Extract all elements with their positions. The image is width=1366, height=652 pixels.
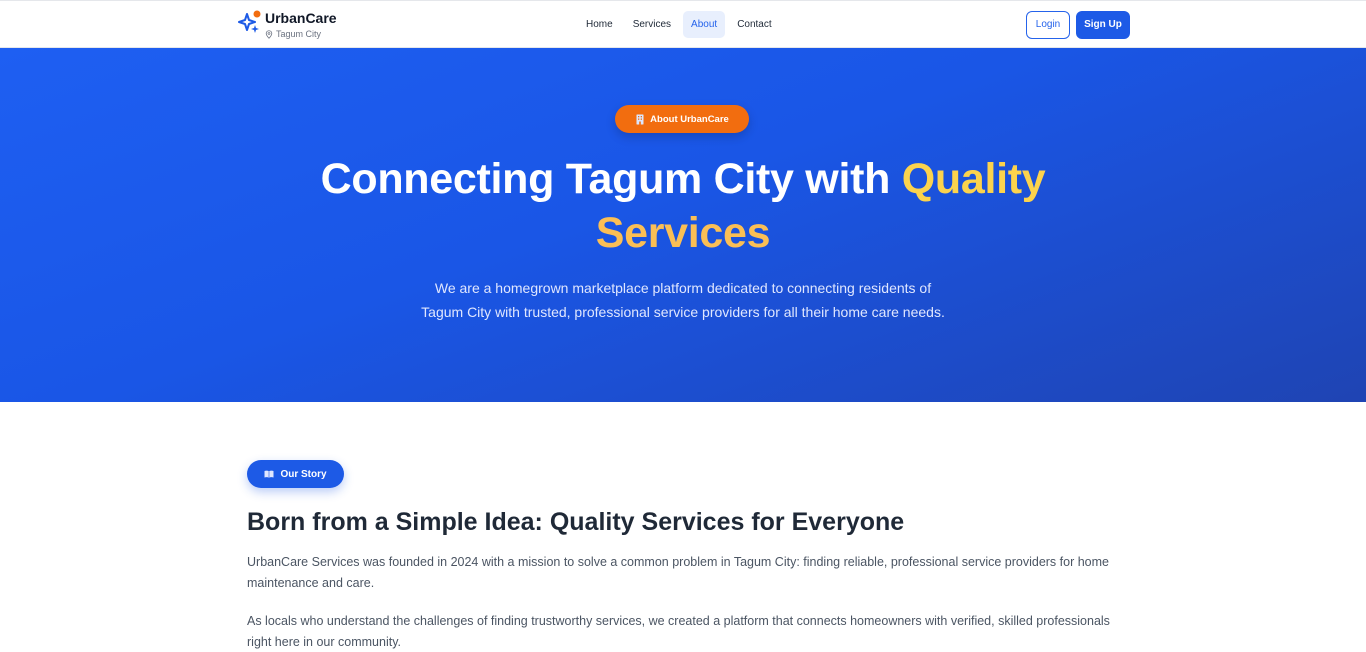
hero-title: Connecting Tagum City with Quality Servi…: [0, 152, 1366, 260]
nav-link-about[interactable]: About: [683, 11, 726, 38]
map-pin-icon: [265, 29, 273, 39]
book-icon: [264, 470, 274, 478]
story-heading: Born from a Simple Idea: Quality Service…: [247, 508, 905, 536]
hero-title-highlight1: Quality: [901, 155, 1046, 203]
our-story-badge: Our Story: [247, 460, 344, 488]
hero-section: About UrbanCare Connecting Tagum City wi…: [0, 48, 1366, 402]
story-paragraph-1: UrbanCare Services was founded in 2024 w…: [247, 555, 1109, 590]
brand-name: UrbanCare: [265, 10, 337, 26]
signup-button[interactable]: Sign Up: [1076, 11, 1130, 39]
hero-subtitle-line2: Tagum City with trusted, professional se…: [421, 304, 945, 320]
hero-title-highlight2: Services: [595, 209, 771, 257]
about-urbancare-badge: About UrbanCare: [615, 105, 749, 133]
building-icon: [636, 114, 644, 124]
nav-link-contact[interactable]: Contact: [729, 11, 779, 38]
hero-title-part1: Connecting Tagum City with: [320, 155, 902, 203]
nav-links: Home Services About Contact: [578, 11, 780, 38]
story-paragraph-2: As locals who understand the challenges …: [247, 614, 1110, 649]
login-button[interactable]: Login: [1026, 11, 1070, 39]
brand-location-text: Tagum City: [276, 29, 322, 39]
sparkle-logo-icon: [236, 9, 262, 35]
nav-link-home[interactable]: Home: [578, 11, 621, 38]
hero-subtitle: We are a homegrown marketplace platform …: [400, 276, 966, 324]
nav-link-services[interactable]: Services: [625, 11, 679, 38]
about-badge-label: About UrbanCare: [650, 113, 729, 125]
brand-location: Tagum City: [265, 28, 337, 40]
brand[interactable]: UrbanCare Tagum City: [236, 9, 337, 40]
our-story-label: Our Story: [280, 468, 327, 480]
top-navbar: UrbanCare Tagum City Home Services About…: [0, 0, 1366, 48]
hero-subtitle-line1: We are a homegrown marketplace platform …: [434, 280, 932, 296]
